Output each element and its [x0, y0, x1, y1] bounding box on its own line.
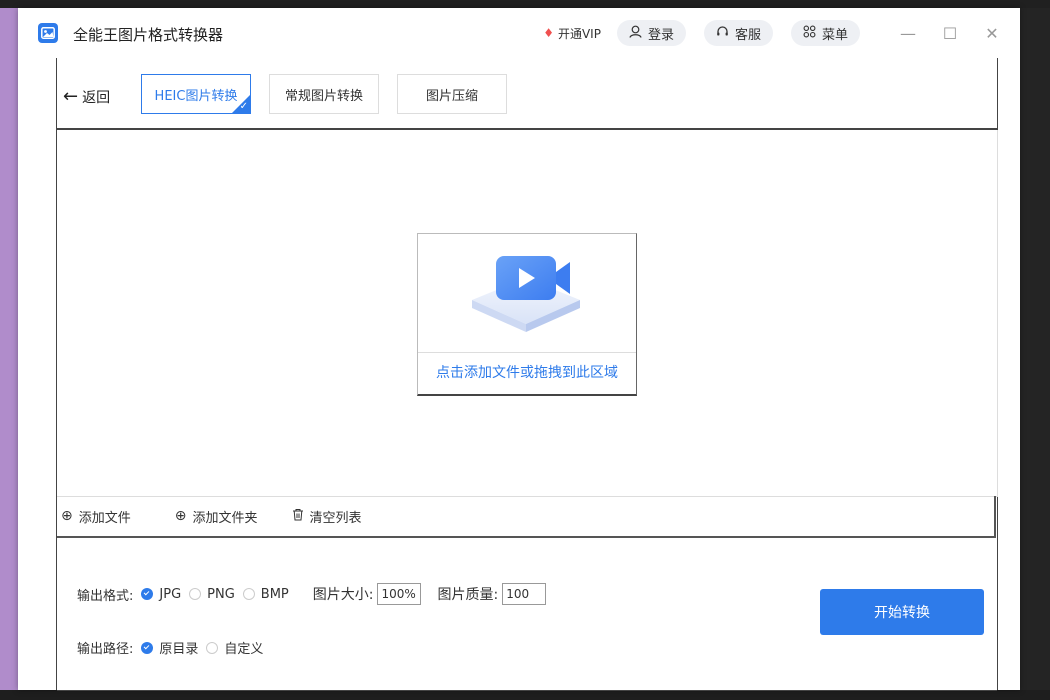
format-bmp-label: BMP [260, 586, 289, 602]
menu-label: 菜单 [821, 27, 848, 43]
radio-unchecked-icon [189, 588, 202, 600]
format-label: 输出格式: [77, 588, 134, 604]
vip-label: 开通VIP [557, 26, 601, 41]
arrow-left-icon: ← [63, 86, 79, 107]
add-file-card[interactable]: 点击添加文件或拖拽到此区域 [417, 233, 637, 396]
add-file-label: 添加文件 [78, 510, 131, 526]
clear-list-label: 清空列表 [309, 510, 362, 526]
tab-label: HEIC图片转换 [154, 88, 238, 104]
desktop-bottom-strip [0, 690, 1050, 700]
path-option-custom[interactable]: 自定义 [206, 638, 263, 657]
format-option-bmp[interactable]: BMP [242, 586, 289, 602]
plus-circle-icon: ⊕ [61, 508, 73, 524]
login-button[interactable]: 登录 [616, 20, 686, 46]
image-size-input[interactable] [377, 583, 422, 605]
start-convert-button[interactable]: 开始转换 [820, 589, 984, 635]
output-format-row: 输出格式: JPG PNG BMP 图片大小: 图片质量: [77, 583, 547, 605]
path-original-label: 原目录 [159, 642, 199, 657]
user-icon [629, 25, 642, 42]
size-label: 图片大小: [312, 587, 374, 603]
main-content: ← 返回 HEIC图片转换 ✓ 常规图片转换 图片压缩 点击添加文件或拖拽到此区… [56, 58, 998, 691]
title-bar-actions: ♦ 开通VIP 登录 客服 菜单 — ☐ ✕ [543, 8, 1020, 58]
path-custom-label: 自定义 [224, 642, 264, 657]
service-label: 客服 [734, 27, 761, 43]
check-icon: ✓ [239, 101, 248, 112]
maximize-icon[interactable]: ☐ [938, 24, 962, 43]
login-label: 登录 [647, 27, 674, 43]
service-button[interactable]: 客服 [703, 20, 773, 46]
desktop-left-strip [0, 8, 18, 700]
top-nav-bar: ← 返回 HEIC图片转换 ✓ 常规图片转换 图片压缩 [57, 58, 997, 130]
format-png-label: PNG [207, 586, 235, 602]
close-icon[interactable]: ✕ [980, 24, 1004, 43]
plus-circle-icon: ⊕ [174, 508, 187, 524]
back-button[interactable]: ← 返回 [63, 86, 110, 107]
add-folder-label: 添加文件夹 [192, 510, 258, 526]
format-option-png[interactable]: PNG [189, 587, 235, 602]
drop-hint-text: 点击添加文件或拖拽到此区域 [436, 365, 618, 381]
radio-checked-icon [141, 588, 154, 600]
tab-image-compress[interactable]: 图片压缩 [397, 74, 507, 114]
clear-list-button[interactable]: 清空列表 [292, 507, 362, 526]
app-window: 全能王图片格式转换器 ♦ 开通VIP 登录 客服 菜单 — ☐ ✕ ← 返回 H… [18, 8, 1020, 691]
desktop-top-strip [0, 0, 1050, 8]
tab-label: 图片压缩 [425, 88, 478, 104]
file-drop-area[interactable]: 点击添加文件或拖拽到此区域 [57, 130, 998, 497]
radio-checked-icon [141, 641, 154, 654]
format-jpg-label: JPG [159, 586, 182, 602]
trash-icon [292, 508, 304, 525]
quality-label: 图片质量: [437, 587, 499, 603]
video-file-illustration-icon [418, 234, 636, 353]
app-title: 全能王图片格式转换器 [73, 26, 224, 44]
image-quality-input[interactable] [502, 583, 547, 605]
output-path-row: 输出路径: 原目录 自定义 [77, 638, 271, 657]
tab-heic-convert[interactable]: HEIC图片转换 ✓ [141, 74, 251, 114]
path-label: 输出路径: [77, 642, 134, 657]
vip-button[interactable]: ♦ 开通VIP [543, 25, 601, 42]
headset-icon [716, 25, 729, 42]
file-action-bar: ⊕ 添加文件 ⊕ 添加文件夹 清空列表 [57, 496, 996, 538]
format-option-jpg[interactable]: JPG [141, 587, 181, 602]
minimize-icon[interactable]: — [896, 24, 920, 43]
tab-label: 常规图片转换 [284, 88, 363, 104]
grid-icon [803, 25, 816, 42]
diamond-icon: ♦ [543, 26, 554, 40]
radio-unchecked-icon [242, 588, 255, 600]
tab-regular-convert[interactable]: 常规图片转换 [269, 74, 379, 114]
output-settings-panel: 输出格式: JPG PNG BMP 图片大小: 图片质量: [57, 538, 997, 691]
title-bar: 全能王图片格式转换器 ♦ 开通VIP 登录 客服 菜单 — ☐ ✕ [18, 8, 1020, 58]
add-file-button[interactable]: ⊕ 添加文件 [61, 507, 131, 526]
menu-button[interactable]: 菜单 [790, 20, 860, 46]
add-folder-button[interactable]: ⊕ 添加文件夹 [175, 507, 258, 526]
back-label: 返回 [82, 89, 111, 106]
path-option-original[interactable]: 原目录 [141, 638, 198, 657]
desktop-right-strip [1020, 8, 1050, 700]
app-logo-icon [38, 23, 58, 43]
radio-unchecked-icon [206, 641, 219, 654]
